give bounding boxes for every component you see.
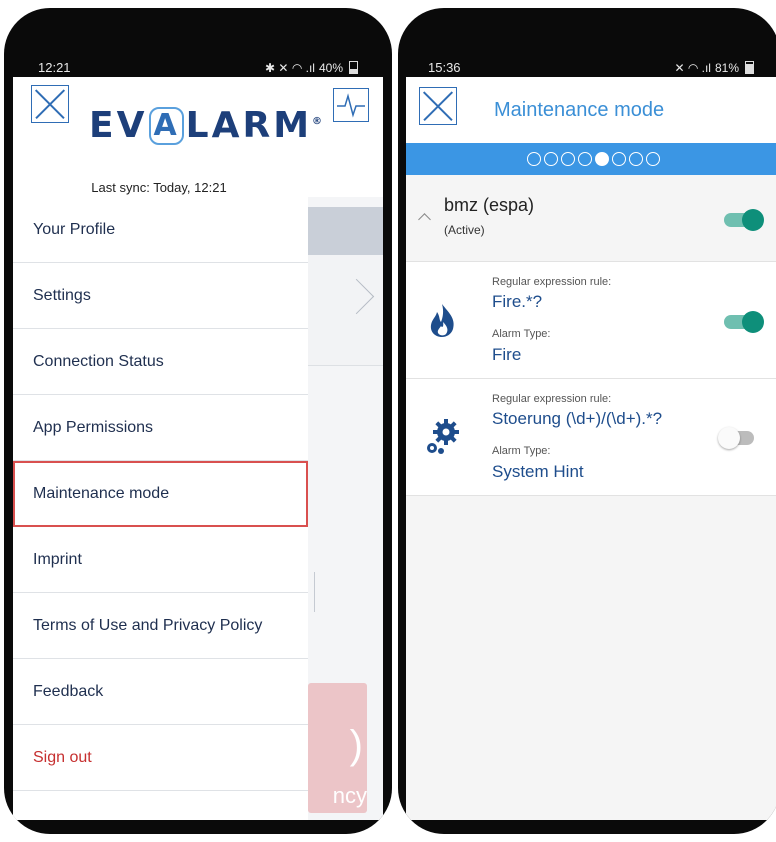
menu-item-terms[interactable]: Terms of Use and Privacy Policy bbox=[13, 593, 308, 659]
background-band bbox=[308, 207, 383, 255]
app-screen: ) ncy EV A LARM® Last sync: Today, 12:21 Y… bbox=[13, 77, 383, 820]
step-dot bbox=[628, 152, 643, 166]
side-menu: Your Profile Settings Connection Status … bbox=[13, 197, 308, 820]
step-dot bbox=[645, 152, 660, 166]
step-dot bbox=[543, 152, 558, 166]
step-dot bbox=[611, 152, 626, 166]
step-dot bbox=[526, 152, 541, 166]
status-icons: ✕ ◠ .ıl 81% bbox=[674, 61, 754, 75]
step-dot bbox=[560, 152, 575, 166]
evalarm-logo: EV A LARM® bbox=[89, 105, 326, 146]
signal-icons: ✱ ✕ ◠ .ıl bbox=[265, 60, 315, 75]
rule-row: Regular expression rule: Fire.*? Alarm T… bbox=[406, 262, 776, 379]
status-bar: 15:36 ✕ ◠ .ıl 81% bbox=[428, 60, 754, 75]
signal-icons: ✕ ◠ .ıl bbox=[674, 60, 711, 75]
page-header: Maintenance mode bbox=[406, 77, 776, 143]
rule-value: Fire.*? bbox=[492, 292, 543, 311]
last-sync: Last sync: Today, 12:21 bbox=[91, 180, 227, 195]
status-icons: ✱ ✕ ◠ .ıl 40% bbox=[265, 61, 358, 75]
menu-item-feedback[interactable]: Feedback bbox=[13, 659, 308, 725]
rule-toggle[interactable] bbox=[724, 311, 764, 333]
page-title: Maintenance mode bbox=[494, 99, 665, 121]
battery-text: 81% bbox=[714, 60, 739, 75]
battery-text: 40% bbox=[318, 60, 343, 75]
alarm-type-value: Fire bbox=[492, 345, 522, 364]
background-alarm-card: ) ncy bbox=[308, 683, 367, 813]
group-name: bmz (espa) bbox=[444, 195, 535, 215]
chevron-up-icon[interactable] bbox=[418, 213, 431, 226]
step-indicator bbox=[406, 143, 776, 175]
group-toggle[interactable] bbox=[724, 209, 764, 231]
phone-right: 15:36 ✕ ◠ .ıl 81% Maintenance mode bmz (… bbox=[398, 8, 776, 834]
close-icon[interactable] bbox=[31, 85, 69, 123]
status-time: 12:21 bbox=[38, 60, 71, 75]
menu-item-connection-status[interactable]: Connection Status bbox=[13, 329, 308, 395]
rule-label: Regular expression rule: bbox=[492, 393, 612, 405]
group-status: (Active) bbox=[444, 223, 485, 237]
fire-icon bbox=[422, 300, 462, 340]
step-dot-current bbox=[594, 152, 609, 166]
phone-left: 12:21 ✱ ✕ ◠ .ıl 40% ) ncy EV A LARM® Last … bbox=[4, 8, 392, 834]
status-time: 15:36 bbox=[428, 60, 461, 75]
rule-label: Regular expression rule: bbox=[492, 276, 612, 288]
gears-icon bbox=[422, 417, 462, 457]
battery-icon bbox=[349, 61, 358, 74]
menu-item-sign-out[interactable]: Sign out bbox=[13, 725, 308, 791]
background-card bbox=[308, 255, 383, 366]
app-screen: Maintenance mode bmz (espa) (Active) Reg… bbox=[406, 77, 776, 820]
background-big-text: ) bbox=[349, 723, 363, 767]
alarm-type-value: System Hint bbox=[492, 462, 584, 481]
drawer-header: EV A LARM® Last sync: Today, 12:21 bbox=[13, 77, 383, 197]
rule-toggle[interactable] bbox=[718, 427, 754, 449]
status-bar: 12:21 ✱ ✕ ◠ .ıl 40% bbox=[38, 60, 358, 75]
background-divider bbox=[308, 572, 315, 612]
step-dot bbox=[577, 152, 592, 166]
menu-item-imprint[interactable]: Imprint bbox=[13, 527, 308, 593]
rule-value: Stoerung (\d+)/(\d+).*? bbox=[492, 409, 663, 428]
menu-item-app-permissions[interactable]: App Permissions bbox=[13, 395, 308, 461]
menu-item-your-profile[interactable]: Your Profile bbox=[13, 197, 308, 263]
menu-item-settings[interactable]: Settings bbox=[13, 263, 308, 329]
rule-row: Regular expression rule: Stoerung (\d+)/… bbox=[406, 379, 776, 496]
battery-icon bbox=[745, 61, 754, 74]
background-small-text: ncy bbox=[332, 783, 367, 808]
alarm-type-label: Alarm Type: bbox=[492, 445, 551, 457]
menu-item-maintenance-mode[interactable]: Maintenance mode bbox=[13, 461, 308, 527]
pulse-icon[interactable] bbox=[333, 88, 369, 122]
group-header[interactable]: bmz (espa) (Active) bbox=[406, 175, 776, 262]
alarm-type-label: Alarm Type: bbox=[492, 328, 551, 340]
close-icon[interactable] bbox=[419, 87, 457, 125]
